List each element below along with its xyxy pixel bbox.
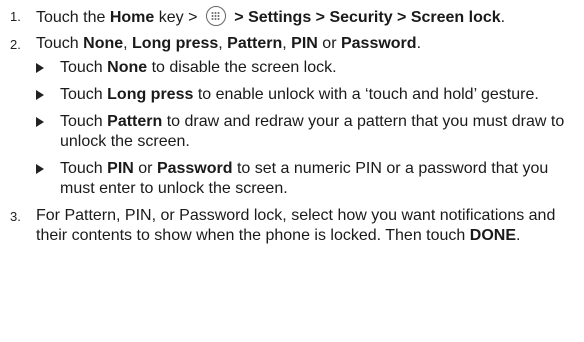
text: key > — [154, 9, 202, 26]
step-text: Touch None, Long press, Pattern, PIN or … — [36, 34, 576, 54]
text: Touch — [60, 59, 108, 76]
step-number: 3. — [10, 209, 21, 224]
list-item: Touch None to disable the screen lock. — [36, 58, 576, 78]
option-pattern: Pattern — [227, 35, 283, 52]
list-item: Touch PIN or Password to set a numeric P… — [36, 159, 576, 199]
instruction-document: 1. Touch the Home key > > Settings > Sec… — [0, 0, 584, 342]
step-number: 2. — [10, 37, 21, 52]
text: . — [500, 9, 506, 26]
settings-path: > Settings > Security > Screen lock — [229, 9, 501, 26]
text: Touch — [60, 113, 108, 130]
triangle-bullet-icon — [36, 63, 44, 73]
text: or — [317, 35, 341, 52]
home-key-label: Home — [109, 9, 155, 26]
step-3: 3. For Pattern, PIN, or Password lock, s… — [10, 206, 576, 246]
text: . — [416, 35, 422, 52]
text: Touch the — [36, 9, 110, 26]
done-label: DONE — [469, 227, 516, 244]
step-text: Touch the Home key > > Settings > Securi… — [36, 6, 576, 28]
text: Touch — [36, 35, 84, 52]
option-long-press: Long press — [132, 35, 219, 52]
bullet-list: Touch None to disable the screen lock. T… — [36, 58, 576, 199]
text: or — [133, 160, 157, 177]
text: Touch — [60, 160, 108, 177]
list-item: Touch Pattern to draw and redraw your a … — [36, 112, 576, 152]
triangle-bullet-icon — [36, 90, 44, 100]
triangle-bullet-icon — [36, 164, 44, 174]
step-1: 1. Touch the Home key > > Settings > Sec… — [10, 6, 576, 28]
option-password: Password — [156, 160, 233, 177]
option-pin: PIN — [107, 160, 134, 177]
option-none: None — [83, 35, 124, 52]
list-item: Touch Long press to enable unlock with a… — [36, 85, 576, 105]
step-2: 2. Touch None, Long press, Pattern, PIN … — [10, 34, 576, 199]
option-pattern: Pattern — [107, 113, 163, 130]
text: to enable unlock with a ‘touch and hold’… — [193, 86, 539, 103]
option-long-press: Long press — [107, 86, 194, 103]
apps-grid-icon — [205, 6, 226, 26]
text: , — [218, 35, 228, 52]
triangle-bullet-icon — [36, 117, 44, 127]
text: Touch — [60, 86, 108, 103]
step-text: For Pattern, PIN, or Password lock, sele… — [36, 206, 576, 246]
text: , — [282, 35, 292, 52]
option-password: Password — [340, 35, 417, 52]
option-pin: PIN — [291, 35, 318, 52]
text: . — [516, 227, 521, 244]
text: , — [123, 35, 133, 52]
text: to disable the screen lock. — [147, 59, 337, 76]
option-none: None — [107, 59, 148, 76]
step-number: 1. — [10, 9, 21, 24]
